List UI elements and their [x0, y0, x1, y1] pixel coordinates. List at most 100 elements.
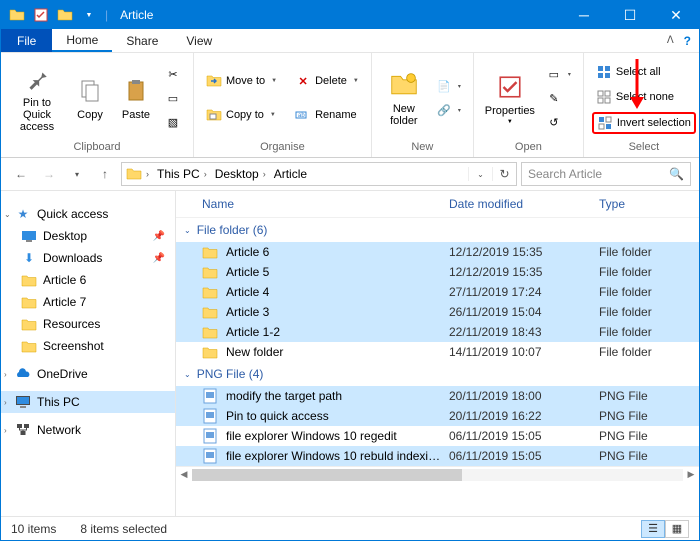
address-dropdown-icon[interactable]: ⌄: [468, 167, 492, 181]
list-item[interactable]: Article 612/12/2019 15:35File folder: [176, 242, 699, 262]
pin-icon: 📌: [153, 253, 165, 264]
file-type: PNG File: [599, 389, 689, 403]
paste-button[interactable]: Paste: [115, 73, 157, 123]
horizontal-scrollbar[interactable]: ◀▶: [176, 466, 699, 482]
paste-icon: [120, 75, 152, 107]
new-item-icon: 📄: [436, 78, 452, 94]
sidebar-item-article6[interactable]: Article 6: [1, 269, 175, 291]
select-none-button[interactable]: Select none: [592, 87, 696, 107]
sidebar-network[interactable]: › Network: [1, 419, 175, 441]
file-date: 20/11/2019 18:00: [449, 389, 599, 403]
edit-icon: ✎: [546, 90, 562, 106]
sidebar-item-screenshot[interactable]: Screenshot: [1, 335, 175, 357]
properties-button[interactable]: Properties ▼: [482, 69, 538, 127]
qat-properties-icon[interactable]: [33, 7, 49, 23]
menubar: File Home Share View ᐱ ?: [1, 29, 699, 53]
open-button[interactable]: ▭▾: [542, 64, 575, 84]
cut-button[interactable]: ✂: [161, 64, 185, 84]
list-item[interactable]: file explorer Windows 10 regedit06/11/20…: [176, 426, 699, 446]
sidebar-quick-access[interactable]: ⌄ ★ Quick access: [1, 203, 175, 225]
ribbon-collapse-icon[interactable]: ᐱ: [667, 35, 674, 46]
file-name: file explorer Windows 10 regedit: [226, 429, 449, 443]
pin-to-quick-access-button[interactable]: Pin to Quick access: [9, 61, 65, 135]
group-label-new: New: [380, 139, 465, 155]
nav-pane: ⌄ ★ Quick access Desktop📌 ⬇ Downloads📌 A…: [1, 191, 176, 516]
invert-selection-button[interactable]: Invert selection: [592, 112, 696, 134]
file-icon: [202, 344, 218, 360]
sidebar-item-desktop[interactable]: Desktop📌: [1, 225, 175, 247]
maximize-button[interactable]: ☐: [607, 1, 653, 29]
folder-icon: [21, 316, 37, 332]
sidebar-item-article7[interactable]: Article 7: [1, 291, 175, 313]
tab-view[interactable]: View: [172, 29, 226, 52]
delete-button[interactable]: ✕ Delete▼: [291, 71, 363, 91]
sidebar-item-resources[interactable]: Resources: [1, 313, 175, 335]
sidebar-this-pc[interactable]: › This PC: [1, 391, 175, 413]
file-date: 06/11/2019 15:05: [449, 429, 599, 443]
column-headers[interactable]: Name Date modified Type: [176, 191, 699, 218]
list-item[interactable]: modify the target path20/11/2019 18:00PN…: [176, 386, 699, 406]
sidebar-item-downloads[interactable]: ⬇ Downloads📌: [1, 247, 175, 269]
select-none-icon: [596, 89, 612, 105]
network-icon: [15, 422, 31, 438]
rename-button[interactable]: ab Rename: [291, 105, 363, 125]
file-type: File folder: [599, 265, 689, 279]
up-button[interactable]: ↑: [93, 162, 117, 186]
list-item[interactable]: Article 1-222/11/2019 18:43File folder: [176, 322, 699, 342]
tab-home[interactable]: Home: [52, 29, 112, 52]
refresh-button[interactable]: ↻: [492, 167, 516, 181]
list-item[interactable]: Article 512/12/2019 15:35File folder: [176, 262, 699, 282]
titlebar: ▼ | Article ─ ☐ ✕: [1, 1, 699, 29]
list-item[interactable]: Article 326/11/2019 15:04File folder: [176, 302, 699, 322]
file-name: Article 3: [226, 305, 449, 319]
copy-to-button[interactable]: Copy to▼: [202, 105, 281, 125]
sidebar-onedrive[interactable]: › OneDrive: [1, 363, 175, 385]
search-input[interactable]: Search Article 🔍: [521, 162, 691, 186]
file-date: 20/11/2019 16:22: [449, 409, 599, 423]
history-button[interactable]: ↺: [542, 112, 575, 132]
view-large-icons-button[interactable]: ▦: [665, 520, 689, 538]
crumb-article: Article: [274, 167, 307, 181]
list-item[interactable]: New folder14/11/2019 10:07File folder: [176, 342, 699, 362]
pin-icon: [21, 63, 53, 95]
list-item[interactable]: Article 427/11/2019 17:24File folder: [176, 282, 699, 302]
file-list: Name Date modified Type ⌄File folder (6)…: [176, 191, 699, 516]
move-to-button[interactable]: Move to▼: [202, 71, 281, 91]
qat-dropdown-icon[interactable]: ▼: [81, 7, 97, 23]
copy-button[interactable]: Copy: [69, 73, 111, 123]
copy-path-button[interactable]: ▭: [161, 88, 185, 108]
select-all-button[interactable]: Select all: [592, 62, 696, 82]
new-folder-button[interactable]: New folder: [380, 67, 428, 129]
file-type: File folder: [599, 325, 689, 339]
file-name: Pin to quick access: [226, 409, 449, 423]
recent-locations-button[interactable]: ▾: [65, 162, 89, 186]
file-menu[interactable]: File: [1, 29, 52, 52]
group-label-select: Select: [592, 139, 696, 155]
folder-icon: [21, 338, 37, 354]
file-icon: [202, 284, 218, 300]
col-name: Name: [202, 197, 449, 211]
group-header-folders[interactable]: ⌄File folder (6): [176, 218, 699, 242]
downloads-icon: ⬇: [21, 250, 37, 266]
explorer-window: ▼ | Article ─ ☐ ✕ File Home Share View ᐱ…: [0, 0, 700, 541]
list-item[interactable]: file explorer Windows 10 rebuld indexing…: [176, 446, 699, 466]
tab-share[interactable]: Share: [112, 29, 172, 52]
edit-button[interactable]: ✎: [542, 88, 575, 108]
this-pc-icon: [15, 394, 31, 410]
help-icon[interactable]: ?: [684, 34, 691, 48]
paste-shortcut-button[interactable]: ▧: [161, 112, 185, 132]
new-item-button[interactable]: 📄▾: [432, 76, 465, 96]
close-button[interactable]: ✕: [653, 1, 699, 29]
file-date: 22/11/2019 18:43: [449, 325, 599, 339]
back-button[interactable]: ←: [9, 162, 33, 186]
easy-access-button[interactable]: 🔗▾: [432, 100, 465, 120]
file-date: 12/12/2019 15:35: [449, 245, 599, 259]
list-item[interactable]: Pin to quick access20/11/2019 16:22PNG F…: [176, 406, 699, 426]
address-bar[interactable]: › This PC› Desktop› Article ⌄ ↻: [121, 162, 517, 186]
view-details-button[interactable]: ☰: [641, 520, 665, 538]
window-title: Article: [116, 8, 561, 22]
group-header-png[interactable]: ⌄PNG File (4): [176, 362, 699, 386]
minimize-button[interactable]: ─: [561, 1, 607, 29]
file-date: 14/11/2019 10:07: [449, 345, 599, 359]
forward-button[interactable]: →: [37, 162, 61, 186]
